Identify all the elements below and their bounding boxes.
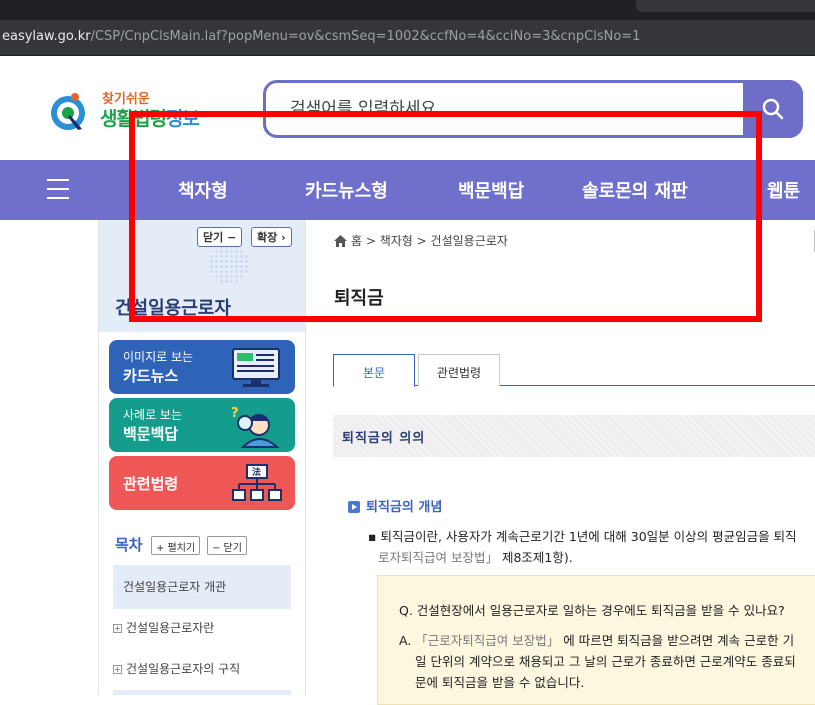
toc-next-item <box>113 690 291 695</box>
toc-expand-button[interactable]: + 펼치기 <box>151 536 201 555</box>
card-cardnews-line1: 이미지로 보는 <box>123 350 194 364</box>
url-path: /CSP/CnpClsMain.laf?popMenu=ov&csmSeq=10… <box>90 29 641 44</box>
nav-item-webtoon[interactable]: 웹툰 <box>767 177 800 203</box>
law-link[interactable]: 로자퇴직급여 보장법」 <box>378 550 498 565</box>
search-icon <box>762 98 784 120</box>
toc-plus-icon: + <box>113 624 122 633</box>
toc-title: 목차 <box>115 536 143 554</box>
toc-item-overview[interactable]: 건설일용근로자 개관 <box>113 565 291 609</box>
home-icon[interactable] <box>334 235 347 247</box>
card-qa[interactable]: 사례로 보는 백문백답 ? <box>109 398 295 452</box>
subheading: 퇴직금의 개념 <box>348 496 442 515</box>
para-line-2: 로자퇴직급여 보장법」 제8조제1항). <box>368 547 815 568</box>
sidebar-title: 건설일용근로자 <box>115 298 231 319</box>
qa-answer-line-1-rest: 에 따르면 퇴직금을 받으려면 계속 근로한 기 <box>559 633 795 648</box>
toc-item-label: 건설일용근로자란 <box>126 621 215 635</box>
breadcrumb-text[interactable]: 홈 > 책자형 > 건설일용근로자 <box>351 234 508 248</box>
monitor-news-icon <box>232 348 280 387</box>
toc-plus-icon: + <box>113 665 122 674</box>
section-header: 퇴직금의 의의 <box>333 415 815 457</box>
qa-box: Q. 건설현장에서 일용근로자로 일하는 경우에도 퇴직금을 받을 수 있나요?… <box>377 575 815 705</box>
main-content: 홈 > 책자형 > 건설일용근로자 퇴직금 본문 관련법령 퇴직금의 의의 퇴직… <box>306 220 815 705</box>
breadcrumb: 홈 > 책자형 > 건설일용근로자 <box>334 232 508 249</box>
qa-law-link[interactable]: 「근로자퇴직급여 보장법」 <box>415 633 559 648</box>
toc-item-definition[interactable]: + 건설일용근로자란 <box>113 619 291 636</box>
url-host: easylaw.go.kr <box>2 29 91 44</box>
para-line-1: ▪ 퇴직금이란, 사용자가 계속근로기간 1년에 대해 30일분 이상의 평균임… <box>368 529 797 544</box>
qa-answer-line-2: 일 단위의 계약으로 채용되고 그 날의 근로가 종료하면 근로계약도 종료되 <box>415 654 796 669</box>
toc-item-label: 건설일용근로자의 구직 <box>126 662 241 676</box>
browser-tab[interactable] <box>636 0 815 12</box>
search-button[interactable] <box>743 80 803 138</box>
card-cardnews[interactable]: 이미지로 보는 카드뉴스 <box>109 340 295 394</box>
card-cardnews-line2: 카드뉴스 <box>123 367 179 385</box>
nav-item-cardnews[interactable]: 카드뉴스형 <box>305 177 388 203</box>
tab-related-laws[interactable]: 관련법령 <box>418 354 500 386</box>
qa-answer-prefix: A. <box>399 633 416 648</box>
svg-text:法: 法 <box>252 466 261 478</box>
bullet-arrow-icon <box>348 501 360 513</box>
sidebar-close-button[interactable]: 닫기 − <box>197 227 243 247</box>
para-line-2-rest: 제8조제1항). <box>497 550 573 565</box>
logo-big-a: 생활법령 <box>100 108 167 130</box>
search-box <box>263 80 803 138</box>
sidebar: 닫기 − 확장 › 건설일용근로자 이미지로 보는 카드뉴스 사례로 보는 백문… <box>98 220 306 695</box>
tab-body[interactable]: 본문 <box>333 354 415 387</box>
qa-answer-line-3: 문에 퇴직금을 받을 수 없습니다. <box>415 675 585 690</box>
search-input[interactable] <box>290 95 710 123</box>
toc-item-jobsearch[interactable]: + 건설일용근로자의 구직 <box>113 660 291 677</box>
svg-text:?: ? <box>231 406 239 421</box>
qa-question: Q. 건설현장에서 일용근로자로 일하는 경우에도 퇴직금을 받을 수 있나요? <box>399 603 785 618</box>
nav-item-qa[interactable]: 백문백답 <box>458 177 524 203</box>
menu-hamburger-icon[interactable] <box>47 179 73 201</box>
qa-answer: A. 「근로자퇴직급여 보장법」 에 따르면 퇴직금을 받으려면 계속 근로한 … <box>399 630 796 693</box>
nav-item-booklet[interactable]: 책자형 <box>178 177 228 203</box>
card-qa-line2: 백문백답 <box>123 425 179 443</box>
card-laws-label: 관련법령 <box>123 475 179 493</box>
nav-item-solomon[interactable]: 솔로몬의 재판 <box>582 177 688 203</box>
law-chart-icon: 法 <box>232 464 282 501</box>
card-laws[interactable]: 관련법령 法 <box>109 456 295 510</box>
decorative-dots <box>209 244 249 284</box>
content-tabs: 본문 관련법령 <box>333 354 815 387</box>
toc-close-button[interactable]: − 닫기 <box>207 536 247 555</box>
subheading-text: 퇴직금의 개념 <box>366 500 443 515</box>
qa-answer-line-1: A. 「근로자퇴직급여 보장법」 에 따르면 퇴직금을 받으려면 계속 근로한 … <box>399 630 796 651</box>
site-header: 찾기쉬운 생활법령정보 <box>0 56 815 160</box>
main-nav: 책자형 카드뉴스형 백문백답 솔로몬의 재판 웹툰 <box>0 160 815 220</box>
page-title: 퇴직금 <box>334 288 384 309</box>
url-text[interactable]: easylaw.go.kr/CSP/CnpClsMain.laf?popMenu… <box>2 29 640 44</box>
magnifier-person-icon: ? <box>231 406 280 448</box>
logo-big-text: 생활법령정보 <box>100 104 200 131</box>
site-logo[interactable]: 찾기쉬운 생활법령정보 <box>48 86 218 136</box>
body-paragraph: ▪ 퇴직금이란, 사용자가 계속근로기간 1년에 대해 30일분 이상의 평균임… <box>368 526 815 568</box>
logo-mark-icon <box>51 93 85 130</box>
section-title: 퇴직금의 의의 <box>342 431 426 446</box>
logo-big-b: 정보 <box>165 108 200 130</box>
card-qa-line1: 사례로 보는 <box>123 408 183 422</box>
browser-tabstrip <box>0 0 815 20</box>
browser-address-bar[interactable]: easylaw.go.kr/CSP/CnpClsMain.laf?popMenu… <box>0 20 815 56</box>
sidebar-expand-button[interactable]: 확장 › <box>251 227 292 247</box>
